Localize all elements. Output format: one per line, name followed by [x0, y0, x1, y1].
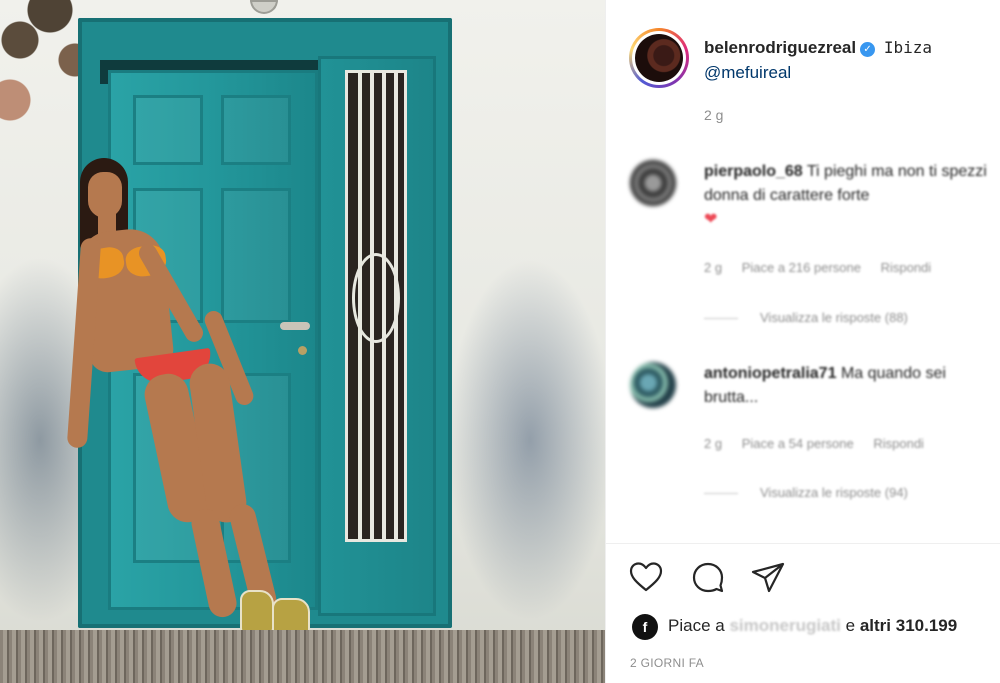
- view-replies-label: Visualizza le risposte (88): [760, 310, 908, 325]
- view-replies-button[interactable]: Visualizza le risposte (94): [704, 485, 908, 500]
- likes-count[interactable]: altri 310.199: [860, 616, 957, 635]
- post-info-panel: belenrodriguezreal ✓ Ibiza @mefuireal 2 g…: [605, 0, 1000, 683]
- comment-time: 2 g: [704, 436, 723, 451]
- liker-avatar[interactable]: f: [632, 613, 658, 640]
- post-photo[interactable]: [0, 0, 605, 683]
- comment-time: 2 g: [704, 260, 723, 275]
- comment-meta: 2 g Piace a 216 persone Rispondi: [704, 260, 947, 275]
- heart-icon[interactable]: [628, 560, 664, 594]
- comment-reply-button[interactable]: Rispondi: [881, 260, 932, 275]
- photo-door-grill: [345, 70, 407, 542]
- comment-body: pierpaolo_68 Ti pieghi ma non ti spezzi …: [704, 160, 1000, 232]
- comment-likes[interactable]: Piace a 54 persone: [742, 436, 854, 451]
- comment-reply-button[interactable]: Rispondi: [873, 436, 924, 451]
- comment-avatar[interactable]: [630, 362, 676, 408]
- comment-meta: 2 g Piace a 54 persone Rispondi: [704, 436, 940, 451]
- caption-mention[interactable]: @mefuireal: [704, 63, 791, 83]
- photo-person: [66, 158, 330, 658]
- comment-username[interactable]: pierpaolo_68: [704, 163, 803, 180]
- comment-icon[interactable]: [690, 560, 726, 594]
- comment-username[interactable]: antoniopetralia71: [704, 365, 836, 382]
- author-username[interactable]: belenrodriguezreal: [704, 38, 856, 57]
- comment-likes[interactable]: Piace a 216 persone: [742, 260, 861, 275]
- comment-avatar[interactable]: [630, 160, 676, 206]
- author-avatar[interactable]: [629, 28, 689, 88]
- liker-username[interactable]: simonerugiati: [729, 616, 840, 635]
- likes-middle: e: [845, 616, 856, 635]
- comment-body: antoniopetralia71 Ma quando sei brutta..…: [704, 362, 1000, 410]
- post-date[interactable]: 2 GIORNI FA: [630, 656, 704, 670]
- author-header: belenrodriguezreal ✓ Ibiza: [704, 37, 932, 59]
- share-icon[interactable]: [750, 560, 786, 594]
- view-replies-button[interactable]: Visualizza le risposte (88): [704, 310, 908, 325]
- post-location[interactable]: Ibiza: [884, 38, 932, 57]
- view-replies-label: Visualizza le risposte (94): [760, 485, 908, 500]
- likes-summary: f Piace a simonerugiati e altri 310.199: [632, 612, 957, 640]
- section-divider: [606, 543, 1000, 544]
- photo-ground: [0, 630, 605, 683]
- post-time: 2 g: [704, 107, 724, 123]
- verified-badge-icon: ✓: [860, 42, 876, 57]
- likes-prefix: Piace a: [668, 616, 725, 635]
- comment-emoji: ❤: [704, 211, 718, 228]
